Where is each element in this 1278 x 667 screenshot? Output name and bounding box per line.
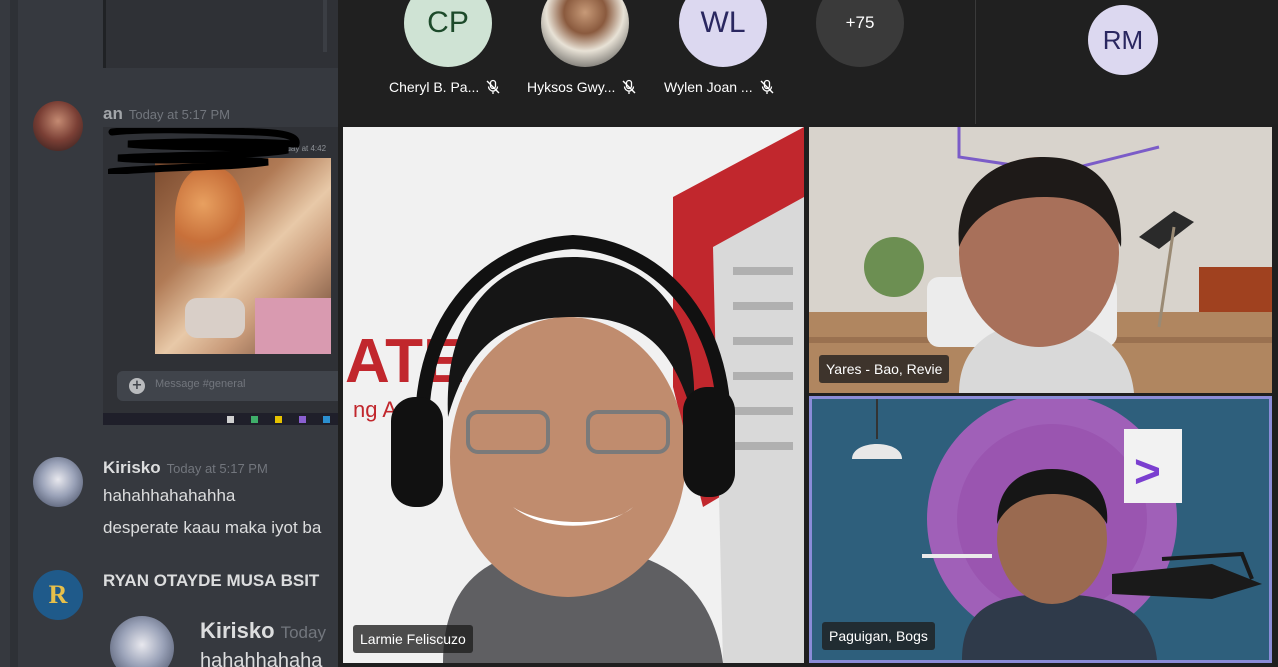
previous-embed [103,0,345,68]
message-header: an Today at 5:17 PM [103,104,230,124]
participant-roster: CP Cheryl B. Pa... Hyksos Gwy... WL Wyle… [338,0,974,124]
participant-name-row: Hyksos Gwy... [527,79,637,95]
participant-label: Larmie Feliscuzo [353,625,473,653]
mic-muted-icon [760,79,774,94]
message-text: hahahhahahahha [103,486,236,505]
participant-name: Wylen Joan ... [664,79,753,95]
avatar[interactable]: R [33,570,83,620]
participant-name: Hyksos Gwy... [527,79,616,95]
more-participants-button[interactable]: +75 [816,0,904,67]
author-name[interactable]: RYAN OTAYDE MUSA BSIT [103,571,319,590]
author-name[interactable]: an [103,104,123,123]
participant-avatar[interactable]: WL [679,0,767,67]
participant-avatar[interactable] [541,0,629,67]
message-input: + Message #general [117,371,345,401]
video-tile[interactable]: Yares - Bao, Revie [809,127,1272,393]
roster-right-panel: RM [975,0,1278,124]
taskbar [103,413,345,425]
participant-name-row: Cheryl B. Pa... [389,79,501,95]
shared-photo [155,158,331,354]
avatar[interactable] [33,101,83,151]
screen: an Today at 5:17 PM Today at 4:42 + Messa… [0,0,1278,667]
svg-text:>: > [1134,445,1161,497]
participant-avatar[interactable]: CP [404,0,492,67]
participant-name: Cheryl B. Pa... [389,79,480,95]
video-feed: ATE ng A [343,127,804,663]
scribble-redaction [108,128,300,174]
participant-avatar[interactable]: RM [1088,5,1158,75]
chat-scrollbar[interactable] [10,0,18,667]
timestamp: Today [280,623,326,642]
discord-chat-panel: an Today at 5:17 PM Today at 4:42 + Messa… [0,0,345,667]
author-name[interactable]: Kirisko [103,458,161,477]
video-feed [809,127,1272,393]
plus-icon: + [129,378,145,394]
video-feed: > [812,399,1269,660]
svg-text:ng A: ng A [353,397,397,422]
message-header: Kirisko Today at 5:17 PM [103,458,268,478]
timestamp: Today at 5:17 PM [128,107,231,122]
mic-muted-icon [622,79,636,94]
message-text: desperate kaau maka iyot ba [103,518,322,537]
message-text: hahahhahaha [200,650,323,667]
author-name[interactable]: Kirisko [200,618,275,643]
avatar[interactable] [110,616,174,667]
message-header: Kirisko Today [200,618,326,644]
message-header: RYAN OTAYDE MUSA BSIT [103,571,319,591]
participant-name-row: Wylen Joan ... [664,79,775,95]
message-placeholder: Message #general [155,378,246,390]
avatar[interactable] [33,457,83,507]
mic-muted-icon [486,79,500,94]
participant-label: Yares - Bao, Revie [819,355,950,383]
participant-label: Paguigan, Bogs [822,622,935,650]
meeting-window: CP Cheryl B. Pa... Hyksos Gwy... WL Wyle… [338,0,1278,667]
timestamp: Today at 5:17 PM [166,461,268,476]
video-tile-active-speaker[interactable]: > Paguigan, Bogs [809,396,1272,663]
video-tile[interactable]: ATE ng A Larmie Feliscuzo [343,127,804,663]
